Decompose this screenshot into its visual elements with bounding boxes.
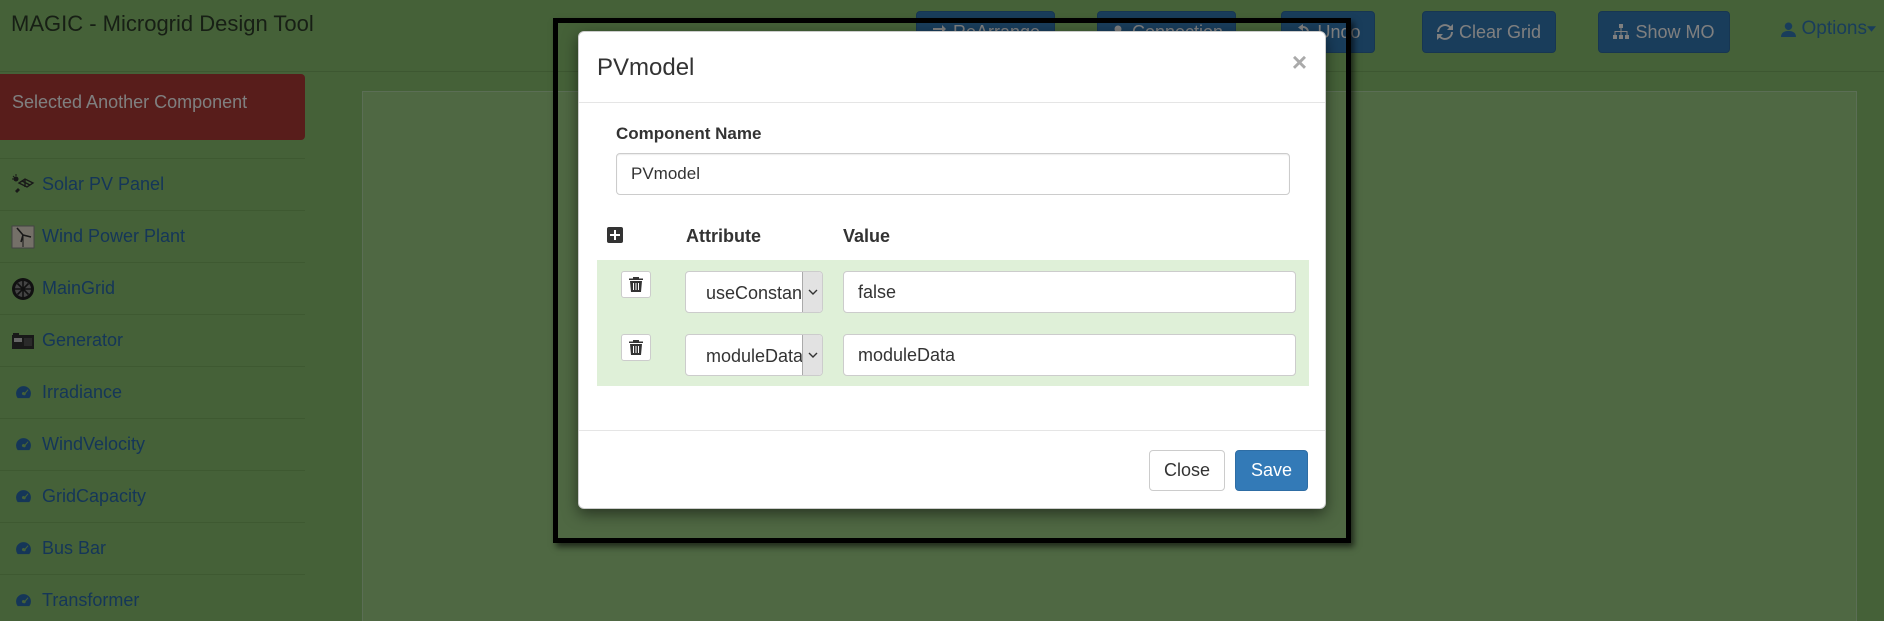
component-name-label: Component Name — [616, 124, 762, 143]
modal-title: PVmodel — [597, 54, 695, 81]
close-icon[interactable]: × — [1292, 47, 1307, 78]
delete-row-button[interactable] — [621, 334, 651, 361]
attribute-select-value: moduleData — [706, 346, 802, 366]
attribute-select[interactable]: useConstantPower — [685, 271, 823, 313]
trash-icon — [629, 277, 643, 292]
attribute-select[interactable]: moduleData — [685, 334, 823, 376]
attribute-select-value: useConstantPower — [706, 283, 802, 303]
value-header: Value — [843, 226, 891, 246]
close-button[interactable]: Close — [1149, 450, 1225, 491]
trash-icon — [629, 340, 643, 355]
chevron-down-icon — [802, 335, 822, 375]
modal-footer: Close Save — [579, 430, 1325, 510]
attribute-row: moduleData — [597, 323, 1309, 386]
add-attribute-icon[interactable] — [607, 227, 623, 243]
delete-row-button[interactable] — [621, 271, 651, 298]
chevron-down-icon — [802, 272, 822, 312]
modal-header: PVmodel × — [579, 32, 1325, 103]
component-name-input[interactable] — [616, 153, 1290, 195]
attribute-row: useConstantPower — [597, 260, 1309, 323]
save-button[interactable]: Save — [1235, 450, 1308, 491]
attribute-value-input[interactable] — [843, 271, 1296, 313]
component-modal: PVmodel × Component Name Attribute Value… — [578, 31, 1326, 509]
attribute-header: Attribute — [686, 226, 761, 246]
attribute-value-input[interactable] — [843, 334, 1296, 376]
